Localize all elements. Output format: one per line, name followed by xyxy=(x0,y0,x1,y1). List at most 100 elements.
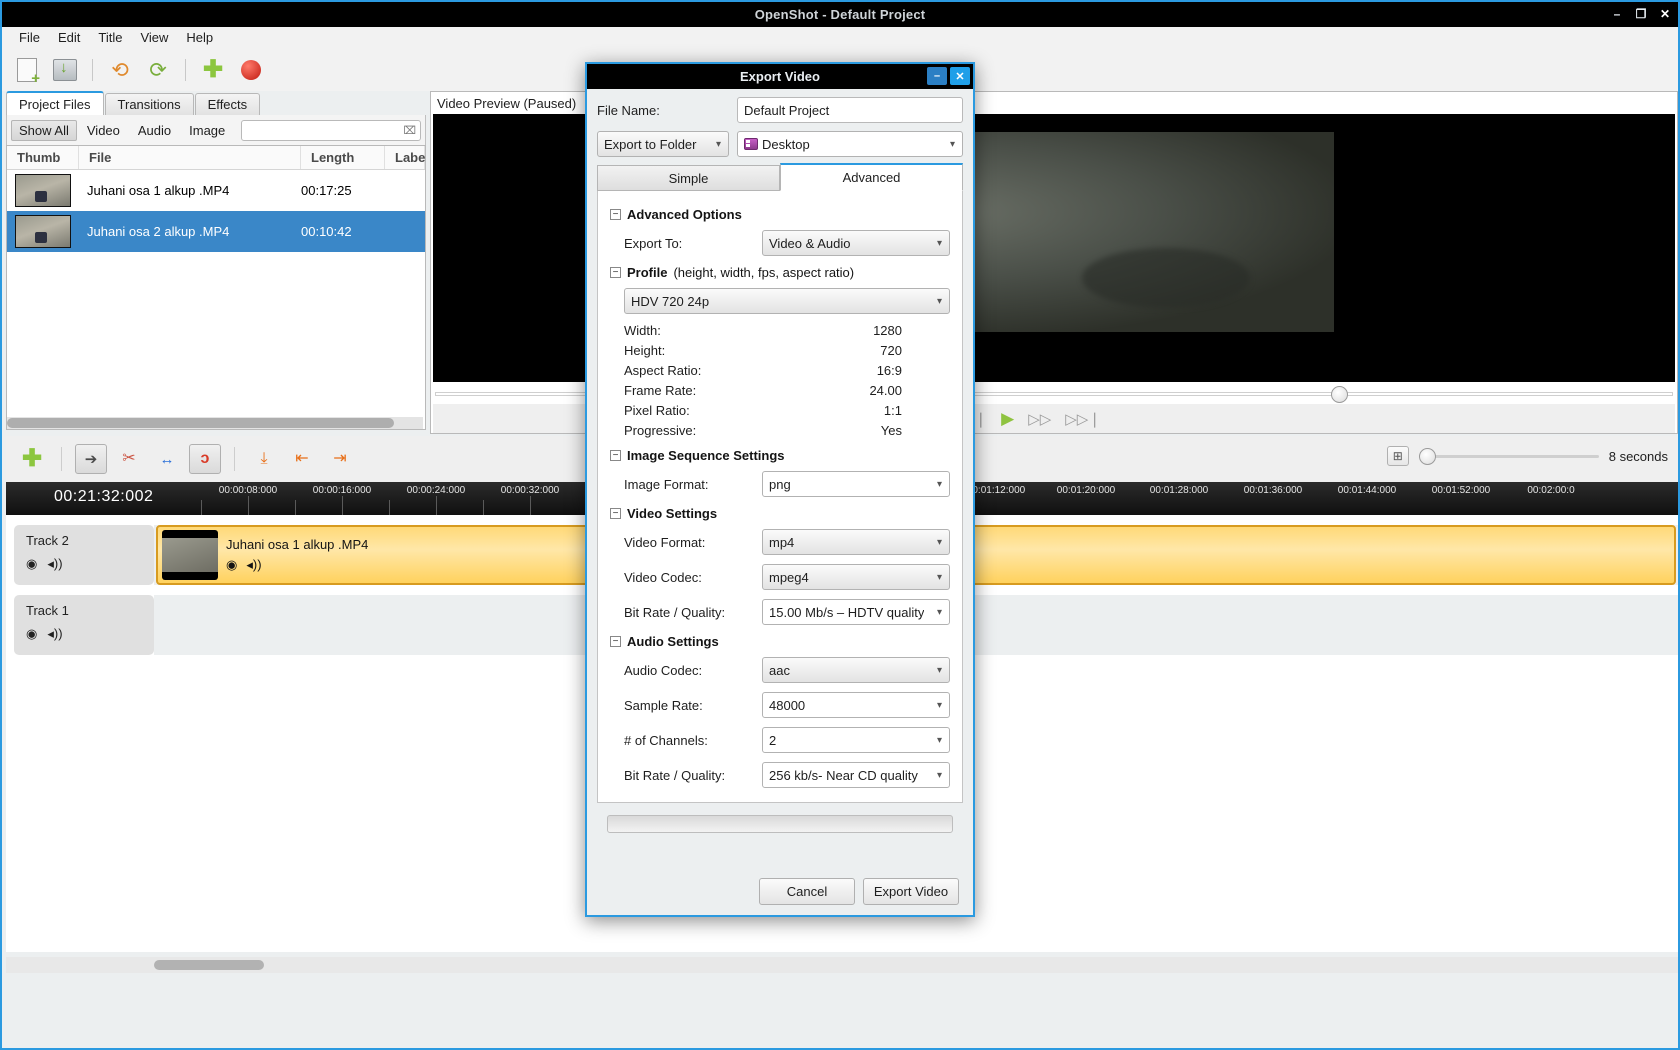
column-thumb[interactable]: Thumb xyxy=(7,146,79,169)
track-name: Track 1 xyxy=(26,603,154,618)
add-files-icon[interactable]: ✚ xyxy=(196,53,230,87)
minimize-button[interactable]: – xyxy=(1606,4,1628,24)
add-marker-icon[interactable]: ⤓ xyxy=(248,444,280,474)
collapse-icon[interactable]: − xyxy=(610,508,621,519)
file-thumbnail xyxy=(7,215,79,248)
channels-combo[interactable]: 2 ▾ xyxy=(762,727,950,753)
razor-icon[interactable]: ✂ xyxy=(113,444,145,474)
filter-audio[interactable]: Audio xyxy=(130,120,179,141)
tab-effects[interactable]: Effects xyxy=(195,93,261,115)
save-project-icon[interactable] xyxy=(48,53,82,87)
ruler-tick-label: 00:01:12:000 xyxy=(967,485,1025,496)
menu-title[interactable]: Title xyxy=(89,28,131,47)
image-format-combo[interactable]: png ▾ xyxy=(762,471,950,497)
record-icon[interactable] xyxy=(234,53,268,87)
next-marker-icon[interactable]: ⇥ xyxy=(324,444,356,474)
tab-simple[interactable]: Simple xyxy=(597,165,780,191)
play-icon[interactable]: ▶ xyxy=(1001,409,1014,429)
playhead-time: 00:21:32:002 xyxy=(54,488,153,506)
file-list-hscrollbar[interactable] xyxy=(7,417,423,429)
eye-icon[interactable]: ◉ xyxy=(226,557,237,573)
menu-edit[interactable]: Edit xyxy=(49,28,89,47)
ruler-tick-label: 00:01:44:000 xyxy=(1338,485,1396,496)
tab-advanced[interactable]: Advanced xyxy=(780,163,963,191)
export-target-combo[interactable]: Export to Folder ▾ xyxy=(597,131,729,157)
audio-bitrate-combo[interactable]: 256 kb/s- Near CD quality ▾ xyxy=(762,762,950,788)
add-track-icon[interactable]: ✚ xyxy=(16,444,48,474)
speaker-icon[interactable]: ◂)) xyxy=(47,556,62,572)
speaker-icon[interactable]: ◂)) xyxy=(246,557,261,573)
jump-to-end-icon[interactable]: ▷▷❘ xyxy=(1065,410,1101,428)
collapse-icon[interactable]: − xyxy=(610,209,621,220)
preview-seek-handle[interactable] xyxy=(1331,386,1348,403)
redo-icon[interactable]: ⟳ xyxy=(141,53,175,87)
speaker-icon[interactable]: ◂)) xyxy=(47,626,62,642)
chevron-down-icon: ▾ xyxy=(937,537,942,548)
cancel-button[interactable]: Cancel xyxy=(759,878,855,905)
eye-icon[interactable]: ◉ xyxy=(26,626,37,642)
export-to-combo[interactable]: Video & Audio ▾ xyxy=(762,230,950,256)
timeline-hscrollbar[interactable] xyxy=(6,957,1678,973)
export-video-button[interactable]: Export Video xyxy=(863,878,959,905)
table-row[interactable]: Juhani osa 2 alkup .MP4 00:10:42 xyxy=(7,211,425,252)
dialog-minimize-button[interactable]: – xyxy=(927,67,947,85)
menu-view[interactable]: View xyxy=(131,28,177,47)
dialog-tabs: Simple Advanced xyxy=(597,165,963,191)
maximize-button[interactable]: ❐ xyxy=(1630,4,1652,24)
fast-forward-icon[interactable]: ▷▷ xyxy=(1028,410,1051,428)
tab-transitions[interactable]: Transitions xyxy=(105,93,194,115)
clear-search-icon[interactable]: ⌧ xyxy=(403,124,416,137)
zoom-slider-handle[interactable] xyxy=(1419,448,1436,465)
audio-settings-group[interactable]: − Audio Settings xyxy=(610,634,950,649)
dialog-close-button[interactable]: ✕ xyxy=(950,67,970,85)
audio-bitrate-value: 256 kb/s- Near CD quality xyxy=(769,768,918,783)
image-sequence-group[interactable]: − Image Sequence Settings xyxy=(610,448,950,463)
zoom-slider[interactable] xyxy=(1419,447,1599,465)
previous-marker-icon[interactable]: ⇤ xyxy=(286,444,318,474)
profile-group[interactable]: − Profile (height, width, fps, aspect ra… xyxy=(610,265,950,280)
profile-combo[interactable]: HDV 720 24p ▾ xyxy=(624,288,950,314)
undo-icon[interactable]: ⟲ xyxy=(103,53,137,87)
snap-magnet-icon[interactable]: ↄ xyxy=(189,444,221,474)
openshot-window: OpenShot - Default Project – ❐ ✕ File Ed… xyxy=(0,0,1680,1050)
menu-help[interactable]: Help xyxy=(177,28,222,47)
folder-combo[interactable]: Desktop ▾ xyxy=(737,131,963,157)
column-label[interactable]: Labe xyxy=(385,146,425,169)
eye-icon[interactable]: ◉ xyxy=(26,556,37,572)
file-name-label: File Name: xyxy=(597,103,737,118)
track-name: Track 2 xyxy=(26,533,154,548)
chevron-down-icon: ▾ xyxy=(937,572,942,583)
tab-project-files[interactable]: Project Files xyxy=(6,91,104,115)
search-input[interactable]: ⌧ xyxy=(241,120,421,141)
track-header[interactable]: Track 2 ◉ ◂)) xyxy=(14,525,154,585)
collapse-icon[interactable]: − xyxy=(610,636,621,647)
collapse-icon[interactable]: − xyxy=(610,450,621,461)
video-format-combo[interactable]: mp4 ▾ xyxy=(762,529,950,555)
column-length[interactable]: Length xyxy=(301,146,385,169)
video-settings-group[interactable]: − Video Settings xyxy=(610,506,950,521)
video-bitrate-combo[interactable]: 15.00 Mb/s – HDTV quality ▾ xyxy=(762,599,950,625)
close-button[interactable]: ✕ xyxy=(1654,4,1676,24)
audio-codec-combo[interactable]: aac ▾ xyxy=(762,657,950,683)
resize-icon[interactable]: ↔ xyxy=(151,444,183,474)
column-file[interactable]: File xyxy=(79,146,301,169)
collapse-icon[interactable]: − xyxy=(610,267,621,278)
sample-rate-combo[interactable]: 48000 ▾ xyxy=(762,692,950,718)
video-codec-combo[interactable]: mpeg4 ▾ xyxy=(762,564,950,590)
arrow-select-icon[interactable]: ➔ xyxy=(75,444,107,474)
chevron-down-icon: ▾ xyxy=(937,607,942,618)
filter-video[interactable]: Video xyxy=(79,120,128,141)
table-row[interactable]: Juhani osa 1 alkup .MP4 00:17:25 xyxy=(7,170,425,211)
filter-show-all[interactable]: Show All xyxy=(11,120,77,141)
track-header[interactable]: Track 1 ◉ ◂)) xyxy=(14,595,154,655)
advanced-options-group[interactable]: − Advanced Options xyxy=(610,207,950,222)
export-to-label: Export To: xyxy=(624,236,762,251)
profile-value: HDV 720 24p xyxy=(631,294,709,309)
menu-file[interactable]: File xyxy=(10,28,49,47)
chevron-down-icon: ▾ xyxy=(937,238,942,249)
zoom-fit-icon[interactable]: ⊞ xyxy=(1387,446,1409,466)
new-project-icon[interactable] xyxy=(10,53,44,87)
file-list-header: Thumb File Length Labe xyxy=(7,146,425,170)
file-name-input[interactable]: Default Project xyxy=(737,97,963,123)
filter-image[interactable]: Image xyxy=(181,120,233,141)
